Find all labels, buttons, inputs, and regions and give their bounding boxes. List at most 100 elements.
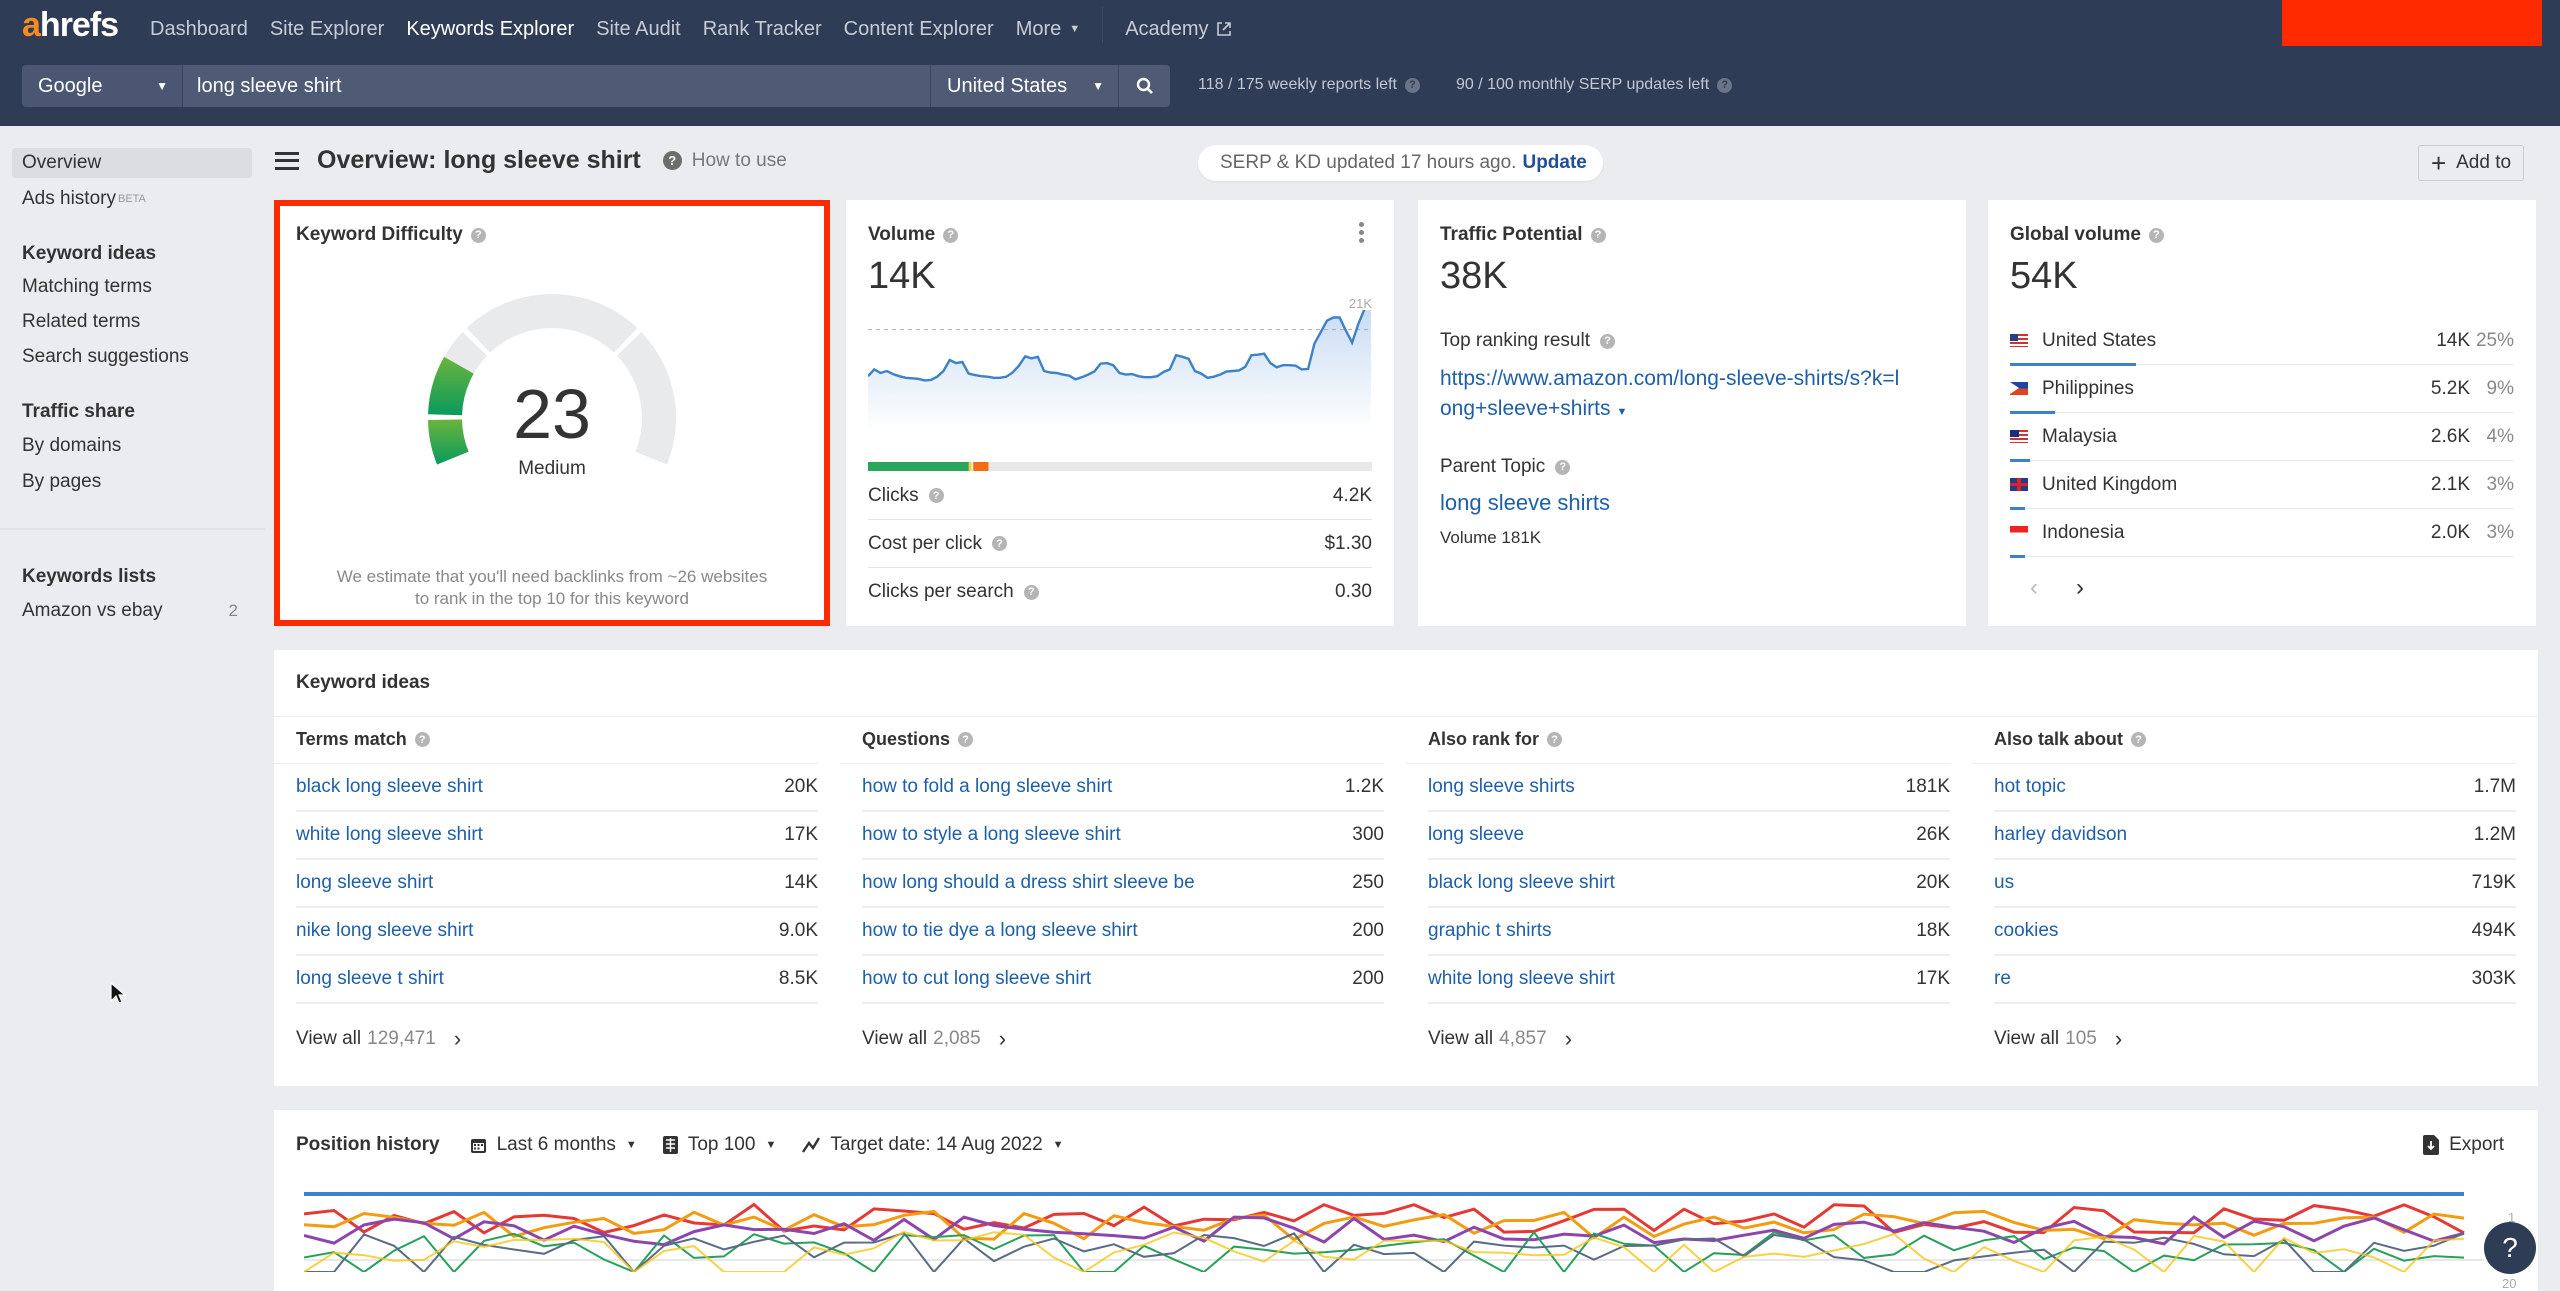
y-tick: 20 xyxy=(2502,1276,2517,1291)
prev-page-button[interactable]: ‹ xyxy=(2030,574,2038,602)
help-chat-button[interactable]: ? xyxy=(2484,1222,2536,1274)
keyword-link[interactable]: how to tie dye a long sleeve shirt xyxy=(862,920,1138,942)
target-date-dropdown[interactable]: Target date: 14 Aug 2022 ▼ xyxy=(802,1134,1064,1156)
sidebar-heading-traffic-share: Traffic share xyxy=(22,401,135,422)
keyword-volume: 9.0K xyxy=(778,920,818,941)
keyword-link[interactable]: cookies xyxy=(1994,920,2058,942)
view-all-link[interactable]: View all 2,085 › xyxy=(862,1004,1384,1074)
help-icon[interactable]: ? xyxy=(1599,333,1615,349)
country-row[interactable]: Philippines 5.2K 9% xyxy=(2010,365,2514,414)
page-title: Overview: long sleeve shirt xyxy=(317,146,641,174)
how-to-use-link[interactable]: ? How to use xyxy=(662,150,787,172)
date-range-dropdown[interactable]: Last 6 months ▼ xyxy=(470,1134,637,1156)
search-engine-value: Google xyxy=(38,74,103,97)
view-all-link[interactable]: View all 105 › xyxy=(1994,1004,2516,1074)
keyword-volume: 181K xyxy=(1905,776,1950,797)
top-positions-dropdown[interactable]: Top 100 ▼ xyxy=(662,1134,776,1156)
keyword-link[interactable]: long sleeve shirt xyxy=(296,872,433,894)
nav-more-label: More xyxy=(1015,17,1062,40)
next-page-button[interactable]: › xyxy=(2076,574,2084,602)
sidebar-item-by-pages[interactable]: By pages xyxy=(12,467,252,497)
sidebar-item-by-domains[interactable]: By domains xyxy=(12,431,252,461)
country-row[interactable]: United States 14K 25% xyxy=(2010,317,2514,366)
keyword-link[interactable]: harley davidson xyxy=(1994,824,2127,846)
help-icon[interactable]: ? xyxy=(1590,227,1606,243)
keyword-link[interactable]: white long sleeve shirt xyxy=(296,824,483,846)
keyword-link[interactable]: white long sleeve shirt xyxy=(1428,968,1615,990)
keyword-ideas-column: Also talk about? hot topic 1.7M harley davi… xyxy=(1972,716,2516,1074)
help-icon[interactable]: ? xyxy=(1555,459,1571,475)
keyword-link[interactable]: how to fold a long sleeve shirt xyxy=(862,776,1112,798)
help-icon[interactable]: ? xyxy=(2131,732,2147,747)
chevron-right-icon: › xyxy=(2114,1026,2123,1051)
help-icon[interactable]: ? xyxy=(1404,77,1420,93)
keyword-link[interactable]: how long should a dress shirt sleeve be xyxy=(862,872,1195,894)
nav-keywords-explorer[interactable]: Keywords Explorer xyxy=(406,15,574,43)
keyword-link[interactable]: nike long sleeve shirt xyxy=(296,920,473,942)
country-row[interactable]: United Kingdom 2.1K 3% xyxy=(2010,461,2514,510)
help-icon[interactable]: ? xyxy=(943,227,959,243)
sidebar-item-matching-terms[interactable]: Matching terms xyxy=(12,272,252,302)
keyword-link[interactable]: graphic t shirts xyxy=(1428,920,1552,942)
chevron-right-icon: › xyxy=(1564,1026,1573,1051)
add-to-button[interactable]: + Add to xyxy=(2418,145,2524,181)
help-icon[interactable]: ? xyxy=(1547,732,1563,747)
nav-site-explorer[interactable]: Site Explorer xyxy=(270,15,385,43)
menu-icon[interactable] xyxy=(275,151,299,170)
top-ranking-url[interactable]: https://www.amazon.com/long-sleeve-shirt… xyxy=(1440,364,1950,427)
trend-icon xyxy=(802,1137,821,1153)
keyword-link[interactable]: us xyxy=(1994,872,2014,894)
clicks-distribution-bar xyxy=(868,462,1372,471)
export-button[interactable]: Export xyxy=(2423,1134,2504,1156)
help-icon[interactable]: ? xyxy=(414,732,430,747)
country-select[interactable]: United States ▼ xyxy=(930,65,1118,107)
keyword-link[interactable]: how to cut long sleeve shirt xyxy=(862,968,1091,990)
help-icon[interactable]: ? xyxy=(2148,227,2164,243)
nav-dashboard[interactable]: Dashboard xyxy=(150,15,248,43)
keyword-link[interactable]: re xyxy=(1994,968,2011,990)
sidebar-item-related-terms[interactable]: Related terms xyxy=(12,307,252,337)
view-all-link[interactable]: View all 4,857 › xyxy=(1428,1004,1950,1074)
keyword-idea-row: how to tie dye a long sleeve shirt 200 xyxy=(862,908,1384,956)
keyword-link[interactable]: black long sleeve shirt xyxy=(296,776,483,798)
help-icon[interactable]: ? xyxy=(1023,584,1039,600)
search-engine-select[interactable]: Google ▼ xyxy=(22,65,182,107)
keyword-idea-row: long sleeve t shirt 8.5K xyxy=(296,956,818,1004)
help-icon[interactable]: ? xyxy=(992,536,1008,551)
search-button[interactable] xyxy=(1118,65,1170,107)
keyword-link[interactable]: black long sleeve shirt xyxy=(1428,872,1615,894)
more-options-icon[interactable] xyxy=(1359,222,1364,243)
kd-note-line: to rank in the top 10 for this keyword xyxy=(414,589,690,608)
parent-topic-link[interactable]: long sleeve shirts xyxy=(1440,490,1610,516)
nav-rank-tracker[interactable]: Rank Tracker xyxy=(703,15,822,43)
help-icon[interactable]: ? xyxy=(1717,77,1733,93)
keyword-input[interactable] xyxy=(182,65,930,107)
view-all-link[interactable]: View all 129,471 › xyxy=(296,1004,818,1074)
keyword-ideas-column: Terms match? black long sleeve shirt 20K wh… xyxy=(274,716,818,1074)
country-row[interactable]: Indonesia 2.0K 3% xyxy=(2010,509,2514,558)
keyword-link[interactable]: hot topic xyxy=(1994,776,2066,798)
keyword-link[interactable]: long sleeve xyxy=(1428,824,1524,846)
add-to-label: Add to xyxy=(2456,152,2512,173)
help-icon[interactable]: ? xyxy=(958,732,974,747)
nav-site-audit[interactable]: Site Audit xyxy=(596,15,681,43)
keyword-link[interactable]: long sleeve t shirt xyxy=(296,968,444,990)
us-flag-icon xyxy=(2010,334,2028,347)
sidebar-item-ads-history[interactable]: Ads history BETA xyxy=(12,184,252,214)
country-volume: 5.2K xyxy=(2430,377,2470,399)
sidebar-item-overview[interactable]: Overview xyxy=(12,148,252,178)
update-link[interactable]: Update xyxy=(1522,152,1586,174)
keyword-volume: 200 xyxy=(1352,968,1384,989)
keyword-link[interactable]: how to style a long sleeve shirt xyxy=(862,824,1121,846)
ahrefs-logo[interactable]: ahrefs xyxy=(22,6,119,45)
nav-academy[interactable]: Academy xyxy=(1125,15,1231,43)
sidebar-item-search-suggestions[interactable]: Search suggestions xyxy=(12,342,252,372)
country-row[interactable]: Malaysia 2.6K 4% xyxy=(2010,413,2514,462)
clicks-bar-organic xyxy=(868,462,969,471)
sidebar-item-keyword-list[interactable]: Amazon vs ebay 2 xyxy=(12,596,252,626)
keyword-link[interactable]: long sleeve shirts xyxy=(1428,776,1575,798)
nav-more[interactable]: More ▼ xyxy=(1016,15,1080,43)
keyword-volume: 250 xyxy=(1352,872,1384,893)
help-icon[interactable]: ? xyxy=(928,488,944,503)
nav-content-explorer[interactable]: Content Explorer xyxy=(844,15,994,43)
